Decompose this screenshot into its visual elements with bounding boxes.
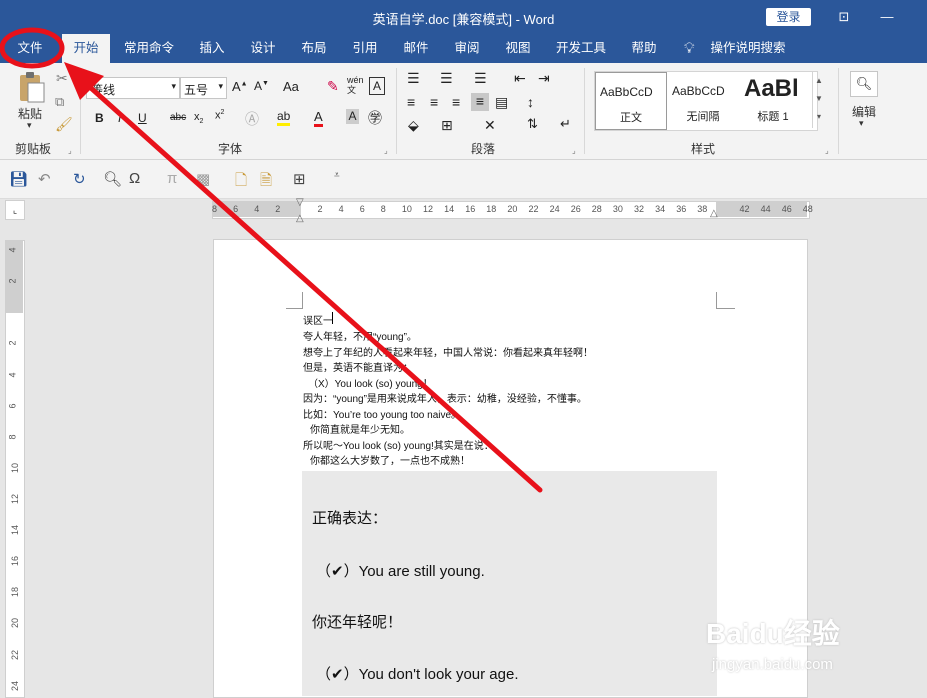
pointer-arrow-line [79, 77, 543, 493]
annotation-overlay [0, 27, 543, 493]
highlight-circle [0, 27, 65, 69]
